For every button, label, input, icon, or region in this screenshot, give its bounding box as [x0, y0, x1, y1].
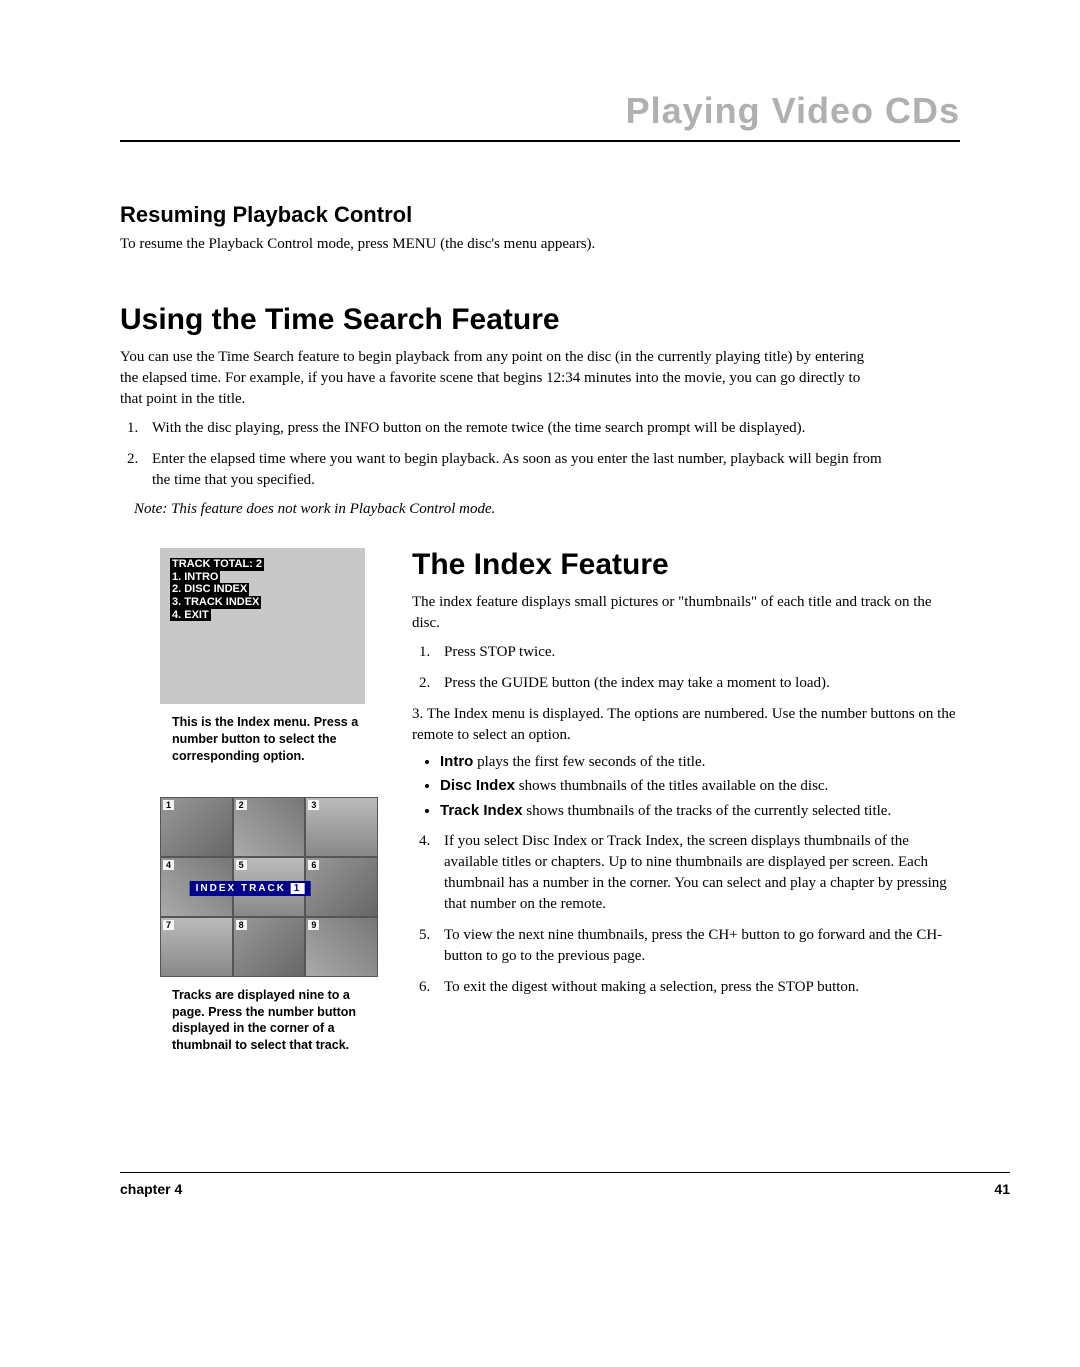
index-step-2: Press the GUIDE button (the index may ta…	[434, 673, 960, 694]
timesearch-note: Note: This feature does not work in Play…	[134, 501, 960, 518]
index-feature-column: The Index Feature The index feature disp…	[412, 548, 960, 1054]
menu-line-total: TRACK TOTAL: 2	[170, 558, 264, 571]
track-grid-label: INDEX TRACK 1	[190, 881, 311, 896]
index-step-3: 3. The Index menu is displayed. The opti…	[412, 704, 960, 746]
index-body: The index feature displays small picture…	[412, 592, 960, 634]
timesearch-body: You can use the Time Search feature to b…	[120, 347, 880, 410]
index-steps-456: If you select Disc Index or Track Index,…	[412, 831, 960, 998]
timesearch-steps: With the disc playing, press the INFO bu…	[120, 418, 902, 491]
page-footer: chapter 4 41	[120, 1172, 1010, 1197]
menu-line-4: 4. EXIT	[170, 609, 211, 622]
bullet-track-index: Track Index shows thumbnails of the trac…	[440, 799, 960, 823]
resume-body: To resume the Playback Control mode, pre…	[120, 234, 880, 255]
timesearch-step-1: With the disc playing, press the INFO bu…	[142, 418, 902, 439]
timesearch-heading: Using the Time Search Feature	[120, 303, 960, 337]
index-step-5: To view the next nine thumbnails, press …	[434, 925, 960, 967]
index-bullets: Intro plays the first few seconds of the…	[440, 750, 960, 823]
track-grid-caption: Tracks are displayed nine to a page. Pre…	[172, 987, 380, 1055]
footer-page-number: 41	[994, 1181, 1010, 1197]
resume-heading: Resuming Playback Control	[120, 202, 960, 228]
index-heading: The Index Feature	[412, 548, 960, 582]
figures-column: TRACK TOTAL: 2 1. INTRO 2. DISC INDEX 3.…	[120, 548, 380, 1054]
index-steps-12: Press STOP twice. Press the GUIDE button…	[412, 642, 960, 694]
menu-line-2: 2. DISC INDEX	[170, 583, 249, 596]
bullet-disc-index: Disc Index shows thumbnails of the title…	[440, 774, 960, 798]
manual-page: Playing Video CDs Resuming Playback Cont…	[0, 0, 1080, 1367]
menu-line-1: 1. INTRO	[170, 571, 220, 584]
index-step-4: If you select Disc Index or Track Index,…	[434, 831, 960, 915]
index-step-6: To exit the digest without making a sele…	[434, 977, 960, 998]
index-menu-figure: TRACK TOTAL: 2 1. INTRO 2. DISC INDEX 3.…	[160, 548, 365, 704]
index-menu-caption: This is the Index menu. Press a number b…	[172, 714, 377, 765]
menu-line-3: 3. TRACK INDEX	[170, 596, 261, 609]
chapter-title: Playing Video CDs	[120, 90, 960, 142]
footer-chapter: chapter 4	[120, 1181, 182, 1197]
index-step-1: Press STOP twice.	[434, 642, 960, 663]
bullet-intro: Intro plays the first few seconds of the…	[440, 750, 960, 774]
timesearch-step-2: Enter the elapsed time where you want to…	[142, 449, 902, 491]
